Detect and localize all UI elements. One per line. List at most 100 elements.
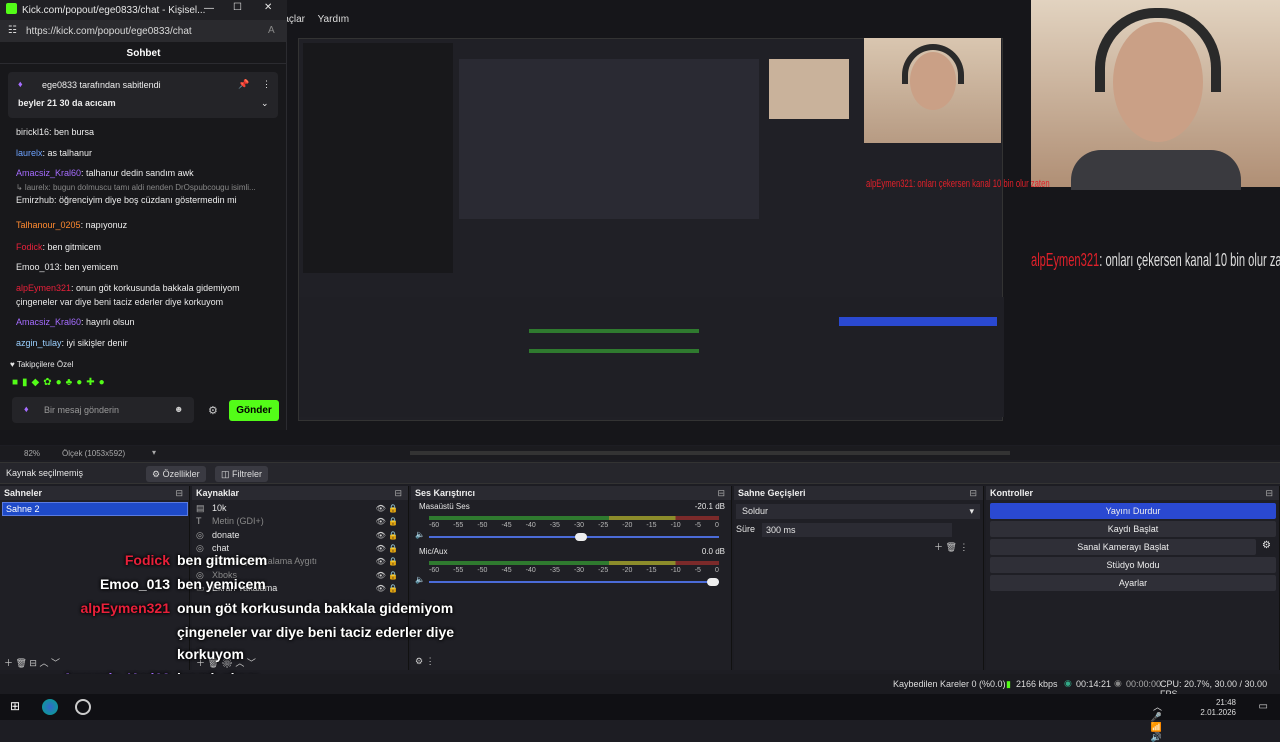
- chat-message: ↳ laurelx: bugun dolmuscu tamı aldi nend…: [16, 181, 256, 195]
- notification-icon[interactable]: ▭: [1259, 702, 1268, 712]
- source-label: Metin (GDI+): [212, 516, 264, 527]
- alert-big: alpEymen321: onları çekersen kanal 10 bi…: [1031, 250, 1280, 284]
- maximize-icon[interactable]: ☐: [233, 2, 242, 13]
- volume-knob[interactable]: [575, 533, 587, 541]
- obs-icon[interactable]: [75, 699, 91, 715]
- source-item[interactable]: ◎ donate 👁 🔒: [196, 529, 404, 542]
- clock-time[interactable]: 21:48: [1216, 698, 1236, 708]
- volume-knob[interactable]: [707, 578, 719, 586]
- chat-username[interactable]: birickl16: [16, 127, 49, 137]
- scale-tick: -50: [477, 522, 488, 529]
- pinned-text: beyler 21 30 da acıcam: [18, 98, 116, 108]
- stop-stream-button[interactable]: Yayını Durdur: [990, 503, 1276, 519]
- chat-input[interactable]: ♦ Bir mesaj gönderin ☻: [12, 397, 194, 423]
- transitions-dock: Sahne Geçişleri ⊟ Soldur ▾ Süre 300 ms ＋ 🗑…: [734, 486, 984, 670]
- gear-icon[interactable]: ⚙: [1262, 540, 1271, 551]
- followers-only: ♥ Takipçilere Özel: [10, 360, 74, 369]
- tray-icons[interactable]: ︿ 🎤 📶 🔊: [1151, 702, 1162, 742]
- minimize-icon[interactable]: —: [204, 3, 214, 14]
- scale-tick: -25: [598, 567, 609, 574]
- visibility-lock-icons[interactable]: 👁 🔒: [376, 515, 398, 528]
- source-label: donate: [212, 529, 240, 540]
- chat-message: Emoo_013: ben yemicem: [16, 261, 118, 275]
- source-label: 10k: [212, 503, 227, 513]
- chevron-down-icon[interactable]: ▾: [152, 448, 156, 457]
- edge-icon[interactable]: [42, 699, 58, 715]
- scale-label[interactable]: Ölçek (1053x592): [62, 449, 125, 458]
- visibility-lock-icons[interactable]: 👁 🔒: [376, 529, 398, 542]
- audio-channel-desktop: Masaüstü Ses -20.1 dB -60 -55 -50 -45 -40 -35…: [415, 502, 725, 541]
- chat-message: azgin_tulay: iyi sikişler denir: [16, 337, 128, 351]
- studio-mode-button[interactable]: Stüdyo Modu: [990, 557, 1276, 573]
- speaker-icon[interactable]: 🔈: [415, 530, 425, 539]
- filters-button[interactable]: ◫ Filtreler: [215, 466, 269, 482]
- taskbar: ⊞ ︿ 🎤 📶 🔊 21:48 2.01.2026 ▭: [0, 694, 1280, 742]
- zoom-bar: 82% Ölçek (1053x592) ▾: [0, 446, 1280, 460]
- clock-date[interactable]: 2.01.2026: [1200, 708, 1236, 718]
- properties-button[interactable]: ⚙ Özellikler: [146, 466, 206, 482]
- duration-label: Süre: [736, 524, 756, 534]
- scene-item[interactable]: Sahne 2: [2, 502, 188, 516]
- overlay-text: çingeneler var diye beni taciz ederler d…: [177, 624, 455, 640]
- scale-tick: -30: [573, 567, 585, 574]
- alert-text: : onları çekersen kanal 10 bin olur zate…: [1099, 250, 1280, 270]
- horizontal-scrollbar[interactable]: [410, 451, 1010, 455]
- chat-username[interactable]: Talhanour_0205: [16, 220, 81, 230]
- overlay-text: ben yemicem: [177, 576, 266, 592]
- chat-username[interactable]: laurelx: [16, 148, 43, 158]
- pin-icon[interactable]: 📌: [238, 79, 249, 90]
- close-icon[interactable]: ✕: [264, 2, 272, 13]
- signal-icon: ▮: [1006, 679, 1011, 689]
- kick-url-text: https://kick.com/popout/ege0833/chat: [26, 26, 192, 37]
- zoom-level[interactable]: 82%: [24, 449, 40, 458]
- duration-input[interactable]: 300 ms: [762, 523, 952, 537]
- scale-tick: -30: [573, 522, 585, 529]
- start-virtual-camera-button[interactable]: Sanal Kamerayı Başlat: [990, 539, 1256, 555]
- chat-username[interactable]: Amacsiz_Kral60: [16, 168, 81, 178]
- chat-text: : hayırlı olsun: [81, 317, 135, 327]
- source-item[interactable]: ▤ 10k 👁 🔒: [196, 502, 404, 515]
- windows-start-icon[interactable]: ⊞: [10, 699, 20, 713]
- kick-window-title: Kick.com/popout/ege0833/chat - Kişisel..…: [22, 5, 206, 16]
- emote-bar[interactable]: ■▮◆✿●♣●✚●: [12, 377, 202, 389]
- chevron-down-icon[interactable]: ⌄: [261, 98, 269, 109]
- scale-tick: -55: [453, 522, 464, 529]
- chat-username[interactable]: Amacsiz_Kral60: [16, 317, 81, 327]
- chat-username[interactable]: Fodick: [16, 242, 43, 252]
- settings-button[interactable]: Ayarlar: [990, 575, 1276, 591]
- emoji-icon[interactable]: ☻: [174, 404, 183, 414]
- start-recording-button[interactable]: Kaydı Başlat: [990, 521, 1276, 537]
- visibility-lock-icons[interactable]: 👁 🔒: [376, 502, 398, 515]
- chat-username[interactable]: alpEymen321: [16, 283, 71, 293]
- kick-chat-window: Kick.com/popout/ege0833/chat - Kişisel..…: [0, 0, 287, 430]
- transition-tools[interactable]: ＋ 🗑 ⋮: [934, 540, 968, 553]
- scale-tick: -25: [598, 522, 609, 529]
- menu-help[interactable]: Yardım: [318, 14, 350, 25]
- transition-select[interactable]: Soldur ▾: [736, 504, 980, 519]
- send-button[interactable]: Gönder: [229, 400, 279, 421]
- volume-slider[interactable]: [429, 533, 719, 541]
- alert-user: alpEymen321: [1031, 250, 1100, 270]
- chat-username[interactable]: Emirzhub: [16, 195, 54, 205]
- scale-tick: 0: [714, 522, 719, 529]
- scale-tick: -45: [501, 567, 512, 574]
- settings-icon[interactable]: ⚙: [208, 404, 218, 417]
- chat-username[interactable]: Emoo_013: [16, 262, 60, 272]
- scale-tick: -50: [477, 567, 488, 574]
- source-item[interactable]: T Metin (GDI+) 👁 🔒: [196, 515, 404, 528]
- volume-slider[interactable]: [429, 578, 719, 586]
- scale-tick: -10: [670, 567, 681, 574]
- level-meter: [429, 561, 719, 565]
- more-icon[interactable]: ⋮: [262, 79, 271, 90]
- scale-tick: -10: [670, 522, 681, 529]
- source-type-icon: ▤: [196, 503, 205, 513]
- translate-icon[interactable]: A: [268, 25, 275, 36]
- meter-scale: -60 -55 -50 -45 -40 -35 -30 -25 -20 -15 -10 -5 0: [429, 522, 719, 530]
- scenes-header: Sahneler ⊟: [0, 486, 189, 500]
- chat-text: : as talhanur: [42, 147, 93, 158]
- kick-url-bar[interactable]: ☷ https://kick.com/popout/ege0833/chat A: [0, 20, 287, 42]
- chat-username[interactable]: azgin_tulay: [16, 338, 62, 348]
- chat-text: : ben bursa: [49, 127, 95, 137]
- chat-message: Talhanour_0205: napıyonuz: [16, 219, 127, 233]
- chat-text: çingeneler var diye beni taciz ederler d…: [16, 296, 224, 307]
